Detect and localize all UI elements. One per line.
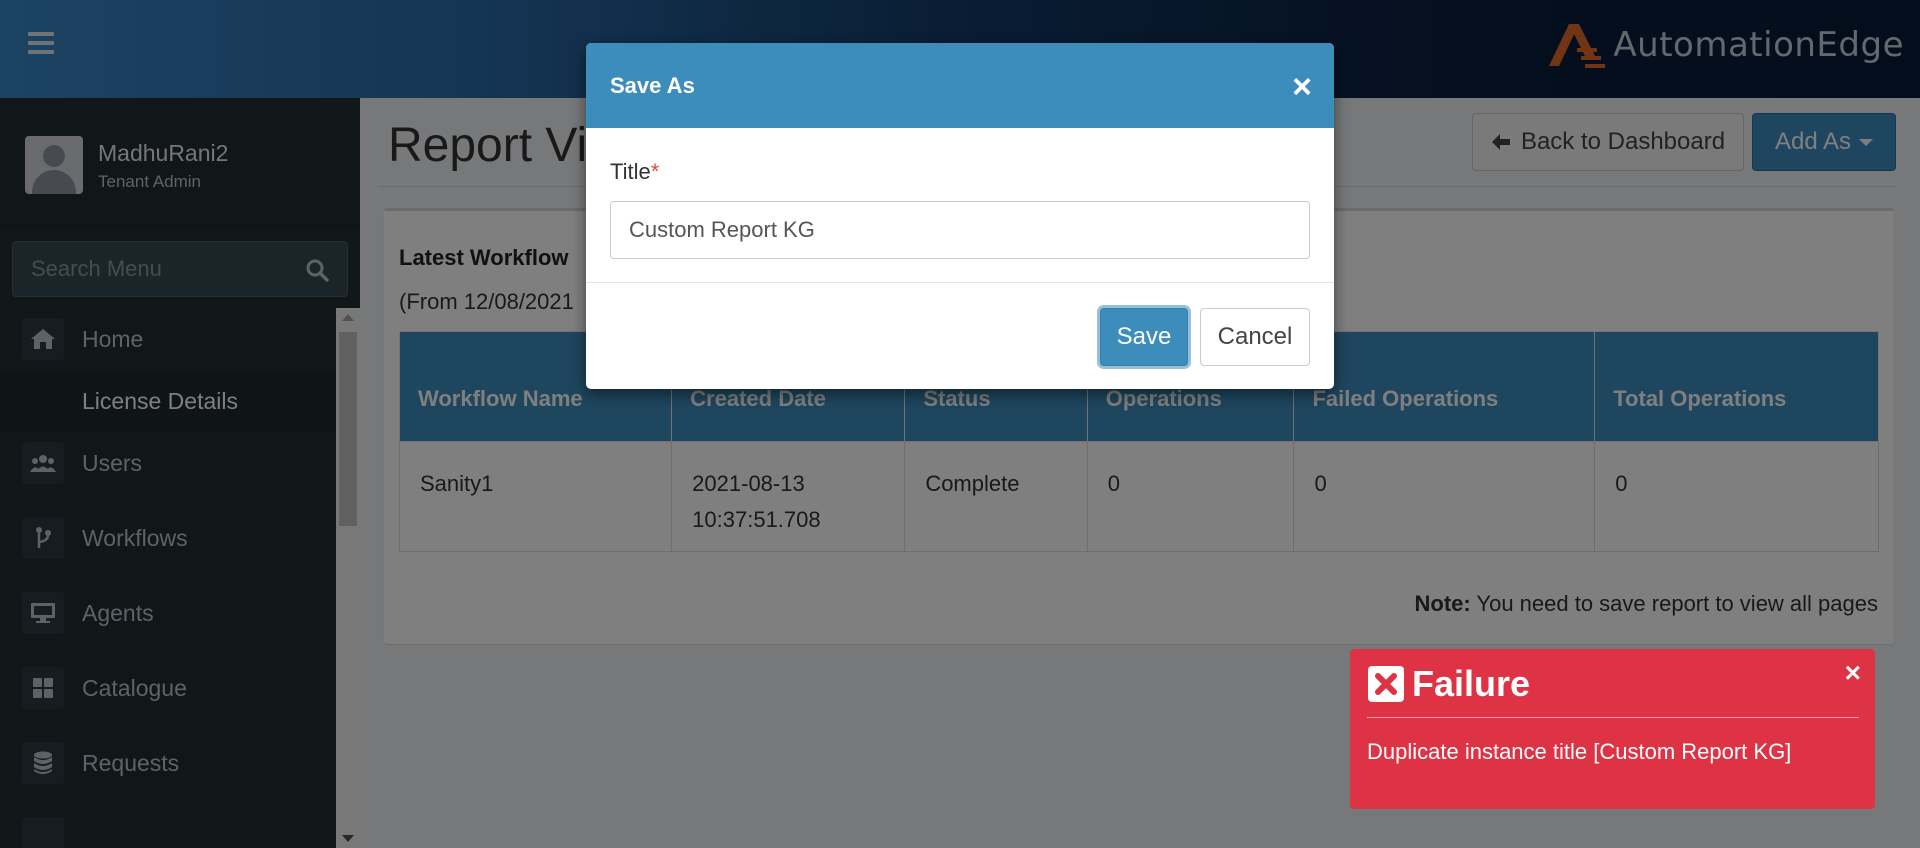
toast-title: Failure (1412, 663, 1531, 704)
title-input[interactable] (610, 201, 1310, 259)
cancel-button[interactable]: Cancel (1200, 308, 1310, 366)
failure-notification: Failure × Duplicate instance title [Cust… (1350, 649, 1875, 809)
toast-divider (1367, 717, 1859, 718)
save-button[interactable]: Save (1100, 308, 1188, 366)
close-icon[interactable]: × (1292, 70, 1312, 104)
error-x-icon (1368, 666, 1404, 702)
required-asterisk: * (650, 159, 660, 184)
close-icon[interactable]: × (1845, 657, 1861, 689)
modal-header: Save As × (586, 43, 1334, 128)
modal-footer-divider (586, 282, 1334, 283)
save-as-dialog: Save As × Title* Save Cancel (586, 43, 1334, 389)
modal-title: Save As (610, 73, 695, 98)
title-label-text: Title (610, 159, 651, 184)
title-field-label: Title* (610, 159, 659, 185)
toast-message: Duplicate instance title [Custom Report … (1367, 739, 1792, 764)
